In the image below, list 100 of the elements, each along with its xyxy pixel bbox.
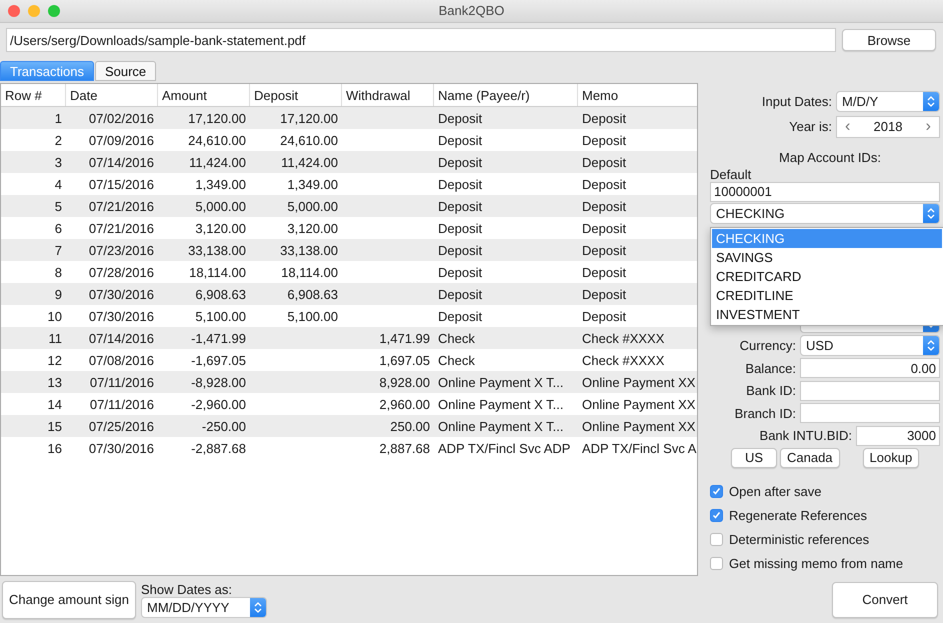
table-cell-text: Deposit bbox=[437, 286, 484, 304]
table-cell-text: Check bbox=[437, 352, 476, 370]
year-stepper[interactable]: ‹ 2018 › bbox=[836, 116, 940, 138]
table-cell-text: 10 bbox=[46, 308, 63, 326]
table-cell-text: Deposit bbox=[437, 110, 484, 128]
menu-item[interactable]: SAVINGS bbox=[712, 248, 942, 267]
region-button[interactable]: US bbox=[731, 448, 777, 468]
table-cell-text: 2,960.00 bbox=[378, 396, 431, 414]
table-cell-text: 07/14/2016 bbox=[88, 154, 155, 172]
table-cell-text: 07/14/2016 bbox=[88, 330, 155, 348]
input-dates-select[interactable]: M/D/Y bbox=[836, 90, 940, 112]
column-header[interactable]: Row # bbox=[1, 84, 66, 106]
text-field[interactable] bbox=[800, 403, 940, 424]
table-cell-text: 18,114.00 bbox=[188, 264, 247, 282]
table-cell-text: 5,000.00 bbox=[194, 198, 247, 216]
region-button[interactable]: Canada bbox=[780, 448, 840, 468]
table-cell-text: 07/30/2016 bbox=[88, 286, 155, 304]
column-header[interactable]: Deposit bbox=[250, 84, 342, 106]
table-cell-text: Deposit bbox=[437, 242, 484, 260]
table-cell-text: 3,120.00 bbox=[286, 220, 339, 238]
table-cell-text: 3 bbox=[54, 154, 63, 172]
table-cell-text: 1,471.99 bbox=[378, 330, 431, 348]
table-cell-text: 17,120.00 bbox=[279, 110, 339, 128]
menu-item[interactable]: CREDITLINE bbox=[712, 286, 942, 305]
account-id-field[interactable]: 10000001 bbox=[710, 182, 940, 202]
table-cell-text: Deposit bbox=[437, 220, 484, 238]
checkbox[interactable] bbox=[710, 533, 723, 546]
file-path-field[interactable]: /Users/serg/Downloads/sample-bank-statement.pdf bbox=[6, 28, 836, 52]
table-cell-text: 5 bbox=[54, 198, 63, 216]
table-cell-text: Deposit bbox=[581, 220, 628, 238]
table-cell-text: -1,697.05 bbox=[190, 352, 247, 370]
field-label: Bank ID: bbox=[746, 383, 796, 398]
table-cell-text: 07/28/2016 bbox=[88, 264, 155, 282]
intu-bid-label: Bank INTU.BID: bbox=[760, 428, 852, 444]
checkmark-icon bbox=[712, 511, 721, 520]
text-field[interactable]: 0.00 bbox=[800, 358, 940, 378]
column-header[interactable]: Amount bbox=[158, 84, 250, 106]
chevron-icon bbox=[923, 204, 939, 223]
text-field[interactable] bbox=[800, 380, 940, 401]
region-button[interactable]: Lookup bbox=[862, 448, 920, 468]
field-label: Balance: bbox=[745, 360, 796, 376]
table-cell-text: 4 bbox=[54, 176, 63, 194]
checkmark-icon bbox=[712, 487, 721, 496]
table-cell-text: 14 bbox=[46, 396, 63, 414]
table-cell-text: 07/02/2016 bbox=[88, 110, 155, 128]
checkbox[interactable] bbox=[710, 485, 723, 498]
chevron-icon bbox=[923, 92, 939, 111]
menu-item[interactable]: INVESTMENT bbox=[712, 304, 942, 324]
table-cell-text: 2,887.68 bbox=[378, 440, 431, 458]
browse-button[interactable]: Browse bbox=[842, 29, 936, 52]
chevron-icon bbox=[250, 598, 266, 616]
table-cell-text: 24,610.00 bbox=[187, 132, 247, 150]
account-type-select[interactable]: CHECKING bbox=[710, 202, 940, 224]
menu-item[interactable]: CREDITCARD bbox=[712, 266, 942, 286]
table-cell-text: Online Payment XX bbox=[581, 396, 696, 414]
table-cell-text: ADP TX/Fincl Svc A bbox=[581, 440, 697, 458]
table-cell-text: -2,887.68 bbox=[190, 440, 247, 458]
table-cell-text: 6,908.63 bbox=[194, 286, 247, 304]
checkbox[interactable] bbox=[710, 557, 723, 570]
table-cell-text: Deposit bbox=[581, 242, 628, 260]
intu-bid-field[interactable]: 3000 bbox=[856, 426, 940, 446]
convert-button[interactable]: Convert bbox=[832, 582, 938, 618]
table-cell-text: 13 bbox=[46, 374, 63, 392]
table-cell-text: Deposit bbox=[437, 154, 484, 172]
table-cell-text: Deposit bbox=[437, 132, 484, 150]
table-cell-text: Online Payment XX bbox=[581, 374, 696, 392]
column-header[interactable]: Withdrawal bbox=[342, 84, 434, 106]
table-cell-text: 1 bbox=[54, 110, 63, 128]
checkbox[interactable] bbox=[710, 509, 723, 522]
input-dates-label: Input Dates: bbox=[762, 94, 832, 109]
show-dates-select[interactable]: MM/DD/YYYY bbox=[140, 596, 267, 618]
checkbox-label: Open after save bbox=[729, 484, 822, 500]
column-header[interactable]: Name (Payee/r) bbox=[434, 84, 578, 106]
zoom-button[interactable] bbox=[48, 4, 60, 17]
table-cell-text: 11,424.00 bbox=[280, 154, 339, 172]
column-header[interactable]: Memo bbox=[578, 84, 697, 106]
column-header[interactable]: Date bbox=[66, 84, 158, 106]
checkbox-label: Deterministic references bbox=[729, 532, 870, 548]
table-cell-text: Deposit bbox=[581, 132, 628, 150]
minimize-button[interactable] bbox=[28, 4, 40, 17]
tab[interactable]: Source bbox=[94, 61, 156, 81]
close-button[interactable] bbox=[8, 4, 20, 17]
table-cell-text: 5,100.00 bbox=[286, 308, 339, 326]
field-label: Branch ID: bbox=[734, 406, 796, 421]
table-cell-text: 8 bbox=[54, 264, 63, 282]
table-cell-text: 8,928.00 bbox=[378, 374, 431, 392]
table-cell-text: -8,928.00 bbox=[190, 374, 247, 392]
table-cell-text: 07/11/2016 bbox=[88, 396, 155, 414]
table-cell-text: 07/21/2016 bbox=[88, 198, 155, 216]
default-label: Default bbox=[710, 166, 752, 182]
change-amount-sign-button[interactable]: Change amount sign bbox=[2, 580, 136, 618]
currency-select[interactable]: USD bbox=[800, 334, 940, 356]
year-label: Year is: bbox=[789, 119, 832, 134]
checkbox-label: Regenerate References bbox=[729, 508, 868, 524]
table-cell-text: 33,138.00 bbox=[279, 242, 339, 260]
table-cell-text: Deposit bbox=[437, 308, 484, 326]
table-cell-text: 07/23/2016 bbox=[88, 242, 155, 260]
table-cell-text: 5,100.00 bbox=[194, 308, 247, 326]
table-cell-text: 07/11/2016 bbox=[88, 374, 155, 392]
table-cell-text: -1,471.99 bbox=[190, 330, 247, 348]
